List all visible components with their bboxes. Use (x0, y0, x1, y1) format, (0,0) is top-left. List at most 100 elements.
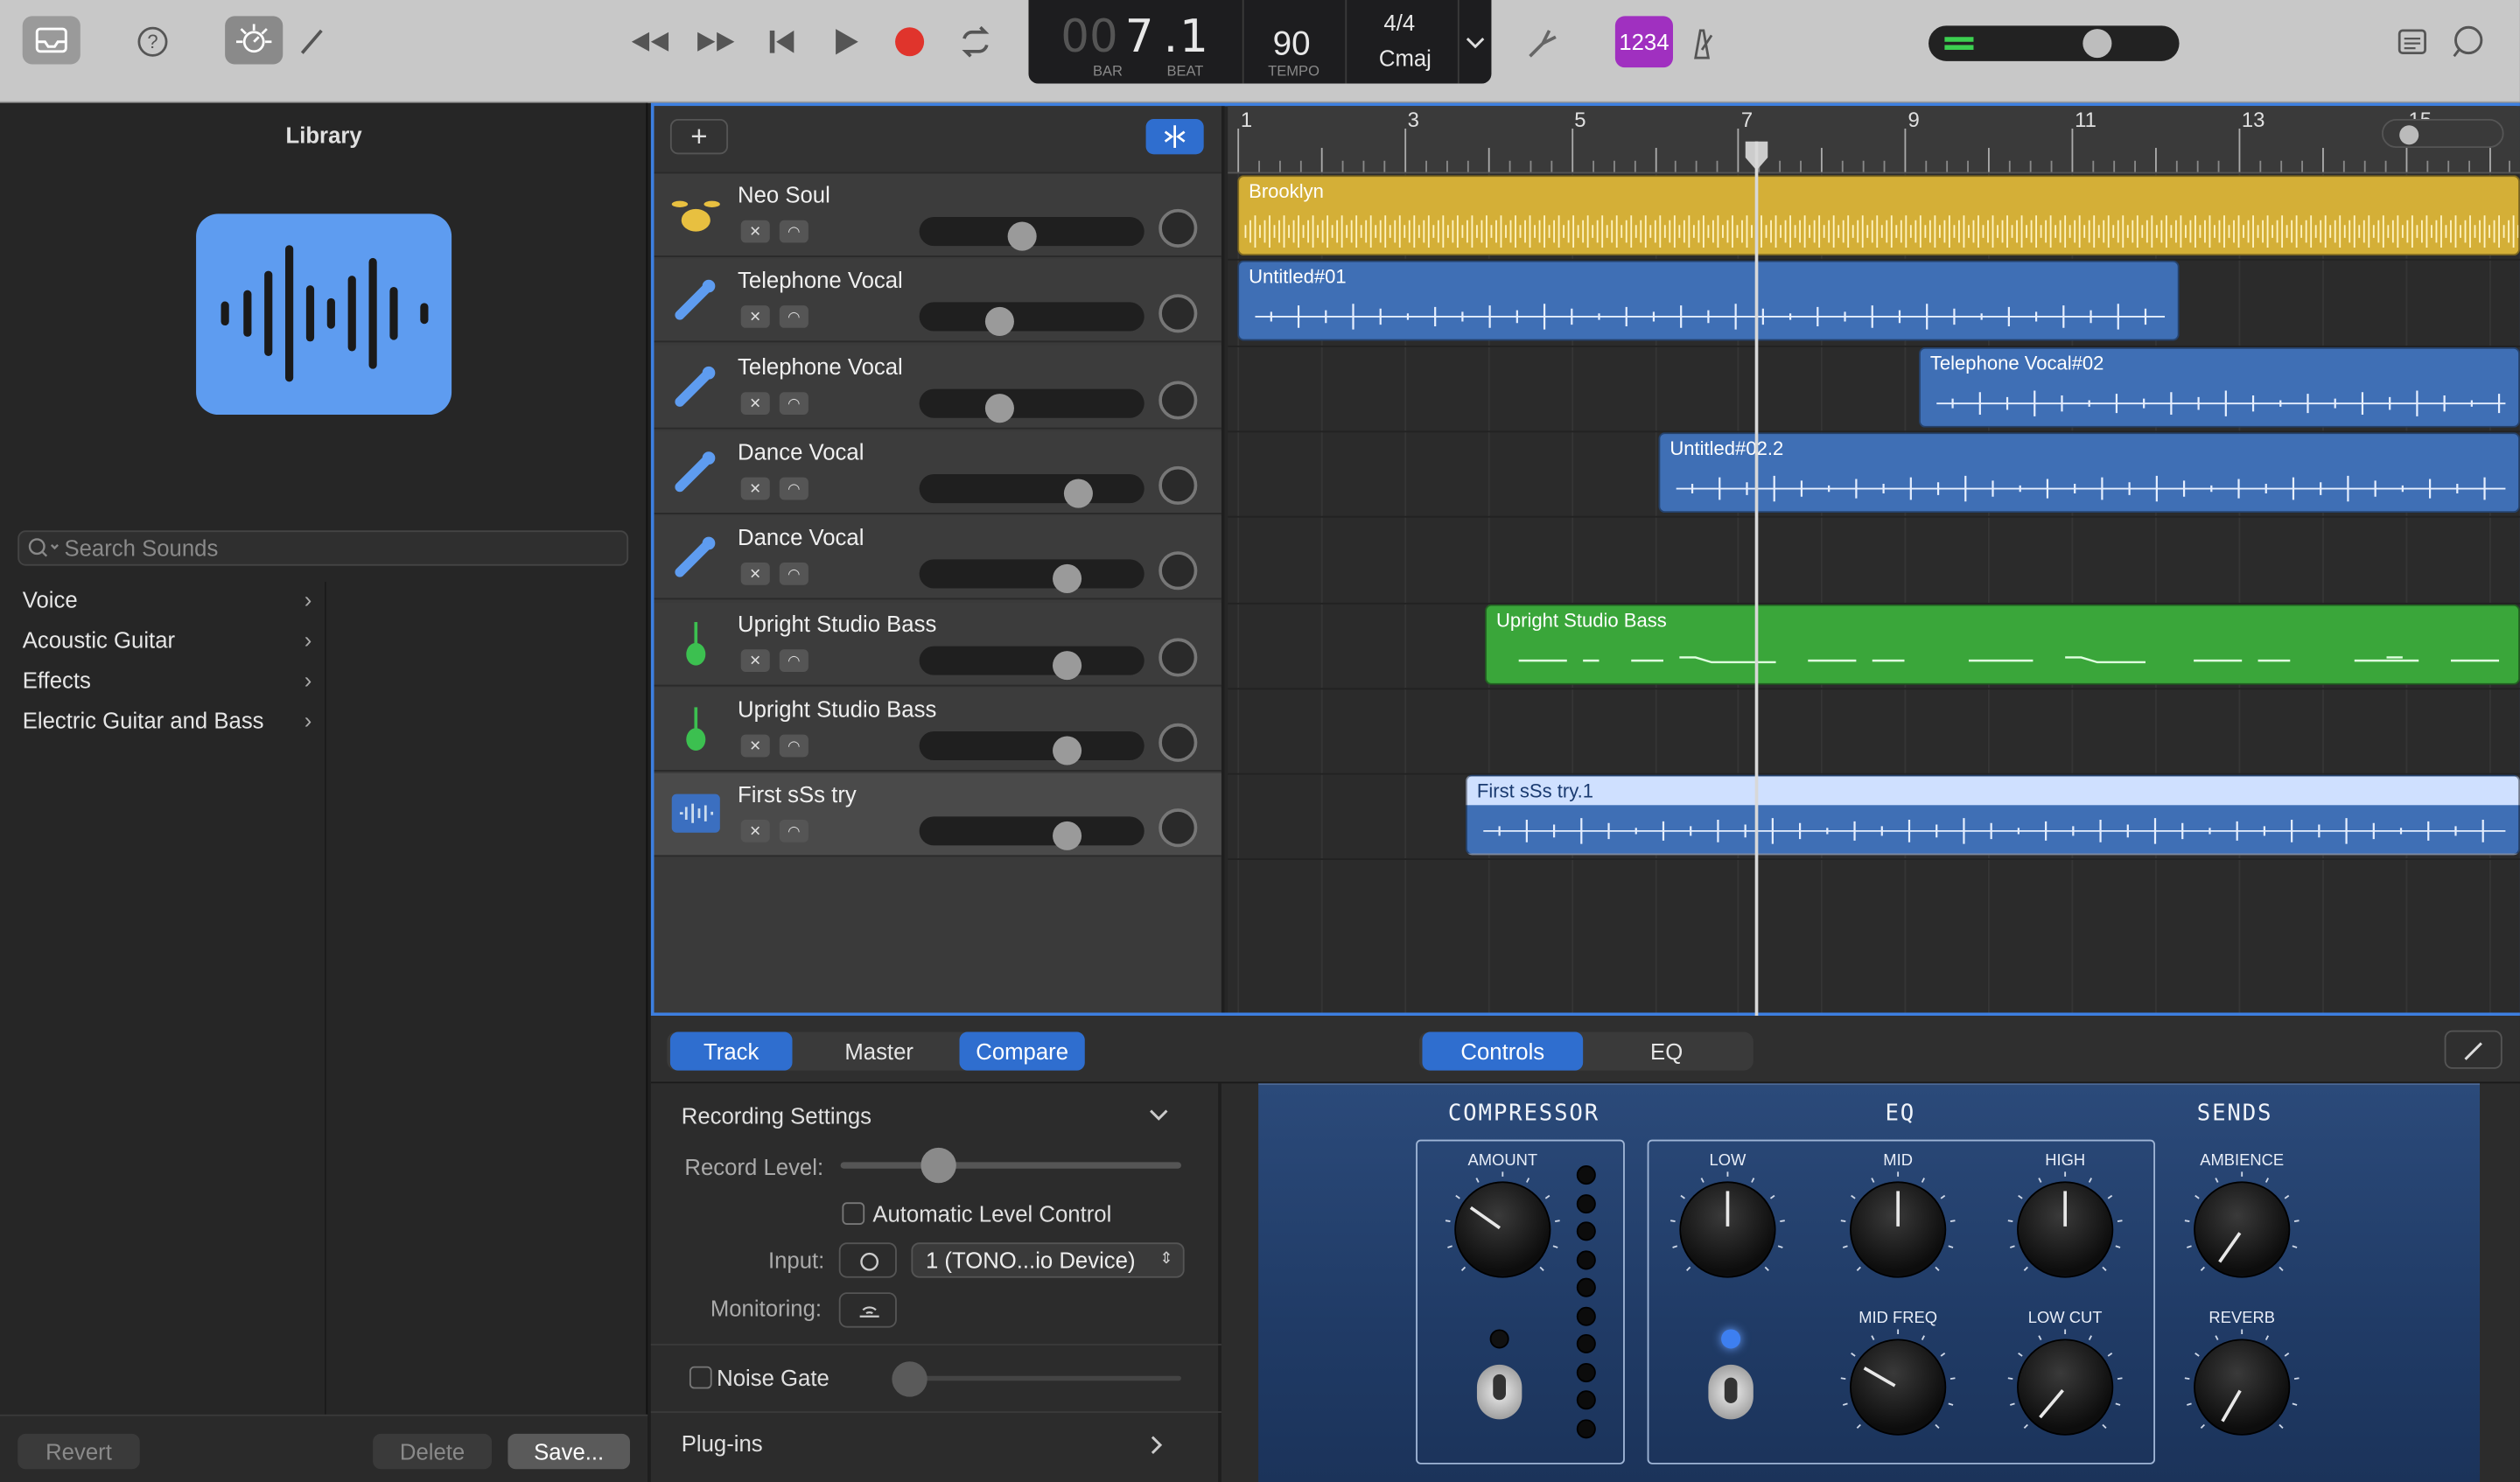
chevron-right-icon[interactable] (1146, 1432, 1169, 1458)
solo-button[interactable]: ◠ (779, 220, 808, 243)
solo-button[interactable]: ◠ (779, 648, 808, 672)
pan-knob[interactable] (1158, 637, 1198, 676)
track-region[interactable]: First sSs try.1 (1466, 774, 2520, 856)
tab-track[interactable]: Track (669, 1031, 793, 1071)
record-level-slider[interactable] (840, 1147, 1181, 1184)
tab-compare[interactable]: Compare (959, 1031, 1085, 1071)
notepad-button[interactable] (2391, 23, 2433, 61)
solo-button[interactable]: ◠ (779, 734, 808, 757)
solo-button[interactable]: ◠ (779, 305, 808, 329)
add-track-button[interactable]: + (669, 118, 729, 155)
pan-knob[interactable] (1158, 808, 1198, 848)
position-display[interactable]: 00 7 . 1 BAR BEAT (1028, 0, 1244, 84)
record-level-knob[interactable] (920, 1147, 956, 1184)
volume-knob[interactable] (1053, 736, 1082, 765)
recording-settings-heading[interactable]: Recording Settings (682, 1102, 872, 1128)
track-header[interactable]: Upright Studio Bass ✕ ◠ (654, 687, 1222, 772)
signature-key-display[interactable]: 4/4 Cmaj (1347, 0, 1460, 84)
master-volume-slider[interactable] (1928, 25, 2180, 61)
help-button[interactable]: ? (132, 21, 174, 63)
track-header[interactable]: Neo Soul ✕ ◠ (654, 173, 1222, 257)
eq-toggle-switch[interactable] (1708, 1364, 1754, 1420)
record-button[interactable] (891, 23, 929, 61)
mute-button[interactable]: ✕ (740, 820, 770, 842)
search-sounds-input[interactable]: Search Sounds (18, 530, 629, 566)
track-header[interactable]: Dance Vocal ✕ ◠ (654, 516, 1222, 600)
track-region[interactable]: Untitled#02.2 (1658, 432, 2520, 513)
count-in-button[interactable]: 1234 (1614, 16, 1674, 68)
volume-slider[interactable] (919, 731, 1144, 765)
volume-slider[interactable] (919, 645, 1144, 680)
track-name[interactable]: Dance Vocal (738, 438, 864, 464)
zoom-slider[interactable] (2381, 118, 2504, 149)
solo-button[interactable]: ◠ (779, 391, 808, 415)
volume-slider[interactable] (919, 559, 1144, 594)
rewind-button[interactable] (626, 23, 671, 61)
mute-button[interactable]: ✕ (740, 734, 770, 757)
volume-knob[interactable] (1053, 564, 1082, 594)
chevron-down-icon[interactable] (1146, 1106, 1172, 1125)
noise-gate-knob[interactable] (892, 1361, 928, 1397)
volume-knob[interactable] (1007, 221, 1037, 251)
pan-knob[interactable] (1158, 208, 1198, 248)
library-category-effects[interactable]: Effects › (23, 667, 312, 692)
tuner-button[interactable] (1521, 23, 1565, 65)
track-name[interactable]: Upright Studio Bass (738, 610, 936, 635)
lcd-menu-button[interactable] (1460, 0, 1492, 84)
lcd-display[interactable]: 00 7 . 1 BAR BEAT 90 TEMPO 4/4 Cmaj (1028, 0, 1492, 84)
volume-knob[interactable] (984, 307, 1014, 337)
library-category-acoustic-guitar[interactable]: Acoustic Guitar › (23, 627, 312, 653)
tab-controls[interactable]: Controls (1422, 1031, 1584, 1071)
smart-controls-button[interactable] (225, 16, 284, 65)
track-header[interactable]: Upright Studio Bass ✕ ◠ (654, 602, 1222, 686)
fast-forward-button[interactable] (694, 23, 738, 61)
solo-button[interactable]: ◠ (779, 477, 808, 500)
track-name[interactable]: Neo Soul (738, 182, 830, 207)
volume-knob[interactable] (1053, 821, 1082, 851)
volume-slider[interactable] (919, 388, 1144, 423)
apple-loops-button[interactable] (2446, 19, 2490, 64)
mute-button[interactable]: ✕ (740, 305, 770, 329)
track-name[interactable]: Telephone Vocal (738, 353, 903, 378)
pan-knob[interactable] (1158, 465, 1198, 505)
track-name[interactable]: Upright Studio Bass (738, 696, 936, 721)
input-device-select[interactable]: 1 (TONO...io Device) ⇕ (911, 1242, 1185, 1278)
tab-master[interactable]: Master (815, 1032, 943, 1071)
bar-ruler[interactable]: 13579111315 (1228, 106, 2520, 174)
mute-button[interactable]: ✕ (740, 648, 770, 672)
volume-knob[interactable] (1053, 650, 1082, 680)
volume-knob[interactable] (984, 393, 1014, 423)
delete-button[interactable]: Delete (373, 1433, 493, 1470)
auto-level-checkbox[interactable] (842, 1202, 865, 1226)
track-name[interactable]: Telephone Vocal (738, 268, 903, 293)
mute-button[interactable]: ✕ (740, 477, 770, 500)
play-button[interactable] (826, 23, 864, 61)
cycle-button[interactable] (955, 23, 997, 61)
tempo-display[interactable]: 90 TEMPO (1244, 0, 1348, 84)
master-volume-knob[interactable] (2082, 29, 2112, 59)
volume-slider[interactable] (919, 473, 1144, 508)
track-region[interactable]: Upright Studio Bass (1485, 603, 2520, 684)
solo-button[interactable]: ◠ (779, 820, 808, 842)
compressor-toggle-switch[interactable] (1476, 1364, 1522, 1420)
mute-button[interactable]: ✕ (740, 220, 770, 243)
track-name[interactable]: Dance Vocal (738, 524, 864, 549)
pan-knob[interactable] (1158, 551, 1198, 591)
pan-knob[interactable] (1158, 294, 1198, 333)
zoom-slider-knob[interactable] (2399, 125, 2419, 145)
track-name[interactable]: First sSs try (738, 781, 857, 807)
mute-button[interactable]: ✕ (740, 391, 770, 415)
track-header[interactable]: First sSs try ✕ ◠ (654, 772, 1222, 857)
input-format-button[interactable] (838, 1242, 897, 1278)
volume-slider[interactable] (919, 217, 1144, 251)
library-button[interactable] (22, 16, 80, 65)
track-region[interactable]: Untitled#01 (1237, 261, 2180, 342)
track-header[interactable]: Telephone Vocal ✕ ◠ (654, 345, 1222, 429)
track-region[interactable]: Telephone Vocal#02 (1919, 346, 2520, 427)
revert-button[interactable]: Revert (18, 1433, 140, 1470)
library-category-voice[interactable]: Voice › (23, 587, 312, 612)
metronome-button[interactable] (1681, 23, 1723, 65)
monitoring-button[interactable] (838, 1292, 897, 1328)
edit-controls-button[interactable] (2444, 1030, 2502, 1069)
track-header[interactable]: Telephone Vocal ✕ ◠ (654, 259, 1222, 343)
